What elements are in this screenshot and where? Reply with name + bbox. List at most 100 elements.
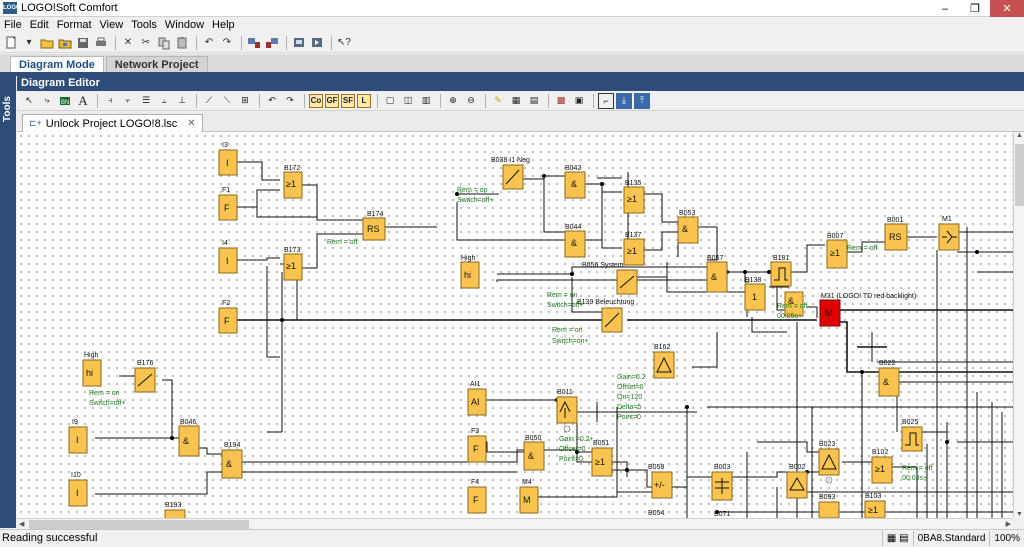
and-block-b193[interactable]: B193: [164, 502, 186, 518]
document-tab[interactable]: ⊏+ Unlock Project LOGO!8.lsc ✕: [22, 114, 203, 132]
menu-view[interactable]: View: [100, 19, 124, 31]
menu-tools[interactable]: Tools: [131, 19, 157, 31]
close-button[interactable]: ✕: [990, 0, 1024, 17]
document-tab-close-icon[interactable]: ✕: [187, 118, 195, 129]
pc-to-logo-icon[interactable]: [246, 35, 262, 51]
minimize-button[interactable]: –: [930, 0, 960, 17]
text-tool-icon[interactable]: A: [75, 93, 91, 109]
scroll-down-icon[interactable]: ▼: [1016, 511, 1023, 518]
input-block-f2[interactable]: F2 F: [218, 300, 238, 334]
updown-block-b058[interactable]: B058 +/-: [648, 464, 673, 499]
view-single-icon[interactable]: ▢: [382, 93, 398, 109]
open-project-icon[interactable]: [57, 35, 73, 51]
simulation-start-icon[interactable]: ▩: [553, 93, 569, 109]
and-block-b050[interactable]: B050 &: [523, 435, 545, 471]
circuit-diagram[interactable]: .blk { fill: #f9c34f; stroke: #8a6a1a; s…: [17, 132, 1013, 518]
analog-block-b023[interactable]: B023: [818, 441, 840, 484]
or-block-b051[interactable]: B051 ≥1: [591, 440, 613, 477]
timer-block-b181[interactable]: B181: [770, 255, 792, 287]
move-up-icon[interactable]: ⤒: [634, 92, 650, 109]
tools-sidebar[interactable]: Tools: [0, 76, 16, 528]
simulation-icon[interactable]: [309, 35, 325, 51]
new-dropdown-icon[interactable]: ▾: [21, 35, 37, 51]
menu-file[interactable]: File: [4, 19, 22, 31]
ladder-button[interactable]: L: [357, 93, 371, 108]
align-center-icon[interactable]: ☰: [138, 93, 154, 109]
vertical-scroll-thumb[interactable]: [1015, 144, 1024, 206]
timer-block-b025[interactable]: B025: [901, 419, 923, 452]
tab-diagram-mode[interactable]: Diagram Mode: [10, 56, 104, 72]
basic-functions-button[interactable]: GF: [325, 93, 339, 108]
horizontal-scroll-thumb[interactable]: [29, 520, 249, 529]
and-block-b042[interactable]: B042 &: [564, 165, 586, 199]
properties-icon[interactable]: ▤: [526, 93, 542, 109]
input-block-i9[interactable]: I9 I: [68, 419, 88, 454]
align-bottom-icon[interactable]: ⊥: [174, 93, 190, 109]
negation-block-b038[interactable]: B038 I1 Neg Rem = on Switch=off+: [457, 157, 530, 204]
and-block-b046[interactable]: B046 &: [178, 419, 200, 457]
and-block-b181-sub[interactable]: & Rem = off 00:05s+: [777, 291, 807, 320]
copy-icon[interactable]: [156, 35, 172, 51]
input-block-f3[interactable]: F3 F: [467, 428, 487, 463]
open-folder-icon[interactable]: [39, 35, 55, 51]
scroll-right-icon[interactable]: ▶: [1006, 520, 1011, 528]
delete-icon[interactable]: ✕: [120, 35, 136, 51]
input-block-i3[interactable]: I3 I: [218, 142, 238, 176]
parameter-icon[interactable]: ▦: [508, 93, 524, 109]
paste-icon[interactable]: [174, 35, 190, 51]
analog-block-b162[interactable]: B162: [653, 344, 675, 379]
save-icon[interactable]: [75, 35, 91, 51]
and-block-b194[interactable]: B194 &: [221, 442, 243, 479]
align-right-icon[interactable]: ⫠: [156, 93, 172, 109]
or-block-b103[interactable]: B103 ≥1: [864, 493, 886, 518]
input-block-f4[interactable]: F4 F: [467, 479, 487, 514]
context-help-icon[interactable]: ↖?: [336, 35, 352, 51]
constants-button[interactable]: Co: [309, 93, 323, 108]
connect-tool-icon[interactable]: ⤷: [39, 93, 55, 109]
view-split-icon[interactable]: ◫: [400, 93, 416, 109]
and-block-b022[interactable]: B022 &: [878, 360, 900, 397]
scroll-left-icon[interactable]: ◀: [19, 520, 24, 528]
diagram-canvas[interactable]: .blk { fill: #f9c34f; stroke: #8a6a1a; s…: [17, 132, 1013, 518]
input-block-i4[interactable]: I4 I: [218, 240, 238, 274]
menu-format[interactable]: Format: [57, 19, 92, 31]
high-block-left[interactable]: High hi: [82, 352, 102, 387]
and-block-b053[interactable]: B053 &: [677, 210, 699, 244]
new-file-icon[interactable]: [3, 35, 19, 51]
online-monitor-icon[interactable]: ▣: [571, 93, 587, 109]
analog-block-b011[interactable]: B011: [556, 389, 578, 433]
or-block-b172[interactable]: B172 ≥1: [283, 165, 303, 199]
flag-block-m1[interactable]: M1: [938, 216, 960, 251]
flag-block-m4[interactable]: M4 M: [519, 479, 539, 514]
analog-block-b093[interactable]: B093: [818, 494, 840, 518]
or-block-b102[interactable]: B102 ≥1 Rem = off 00:03s+: [871, 449, 932, 484]
restore-button[interactable]: ❐: [960, 0, 990, 17]
analog-block-b002[interactable]: B002: [786, 464, 808, 499]
block-b071[interactable]: B071: [714, 511, 730, 518]
move-down-icon[interactable]: ⤓: [616, 92, 632, 109]
online-test-icon[interactable]: [291, 35, 307, 51]
or-block-b135[interactable]: B135 ≥1: [623, 180, 645, 214]
cut-icon[interactable]: ✂: [138, 35, 154, 51]
join-connection-icon[interactable]: ⟍: [219, 93, 235, 109]
and-block-b044[interactable]: B044 &: [564, 224, 586, 258]
zoom-out-icon[interactable]: ⊖: [463, 93, 479, 109]
or-block-b007[interactable]: B007 ≥1 Rem = off: [826, 233, 877, 269]
editor-redo-icon[interactable]: ↷: [282, 93, 298, 109]
or-block-b173[interactable]: B173 ≥1: [283, 247, 303, 281]
connector-icon[interactable]: ⊞: [237, 93, 253, 109]
vertical-scrollbar[interactable]: ▲ ▼: [1013, 132, 1024, 518]
tab-network-project[interactable]: Network Project: [105, 56, 208, 72]
undo-icon[interactable]: ↶: [201, 35, 217, 51]
print-icon[interactable]: [93, 35, 109, 51]
menu-help[interactable]: Help: [212, 19, 235, 31]
align-top-icon[interactable]: ⫟: [120, 93, 136, 109]
editor-undo-icon[interactable]: ↶: [264, 93, 280, 109]
high-block-top[interactable]: High hi: [460, 255, 480, 289]
or-block-b137[interactable]: B137 ≥1: [623, 232, 645, 266]
and-block-b057[interactable]: B057 &: [706, 255, 728, 293]
horizontal-scrollbar[interactable]: ◀ ▶: [17, 518, 1013, 529]
not-block-b138[interactable]: B138 1: [744, 277, 766, 311]
input-block-f1[interactable]: F1 F: [218, 187, 238, 221]
block-b054[interactable]: B054: [648, 510, 664, 517]
